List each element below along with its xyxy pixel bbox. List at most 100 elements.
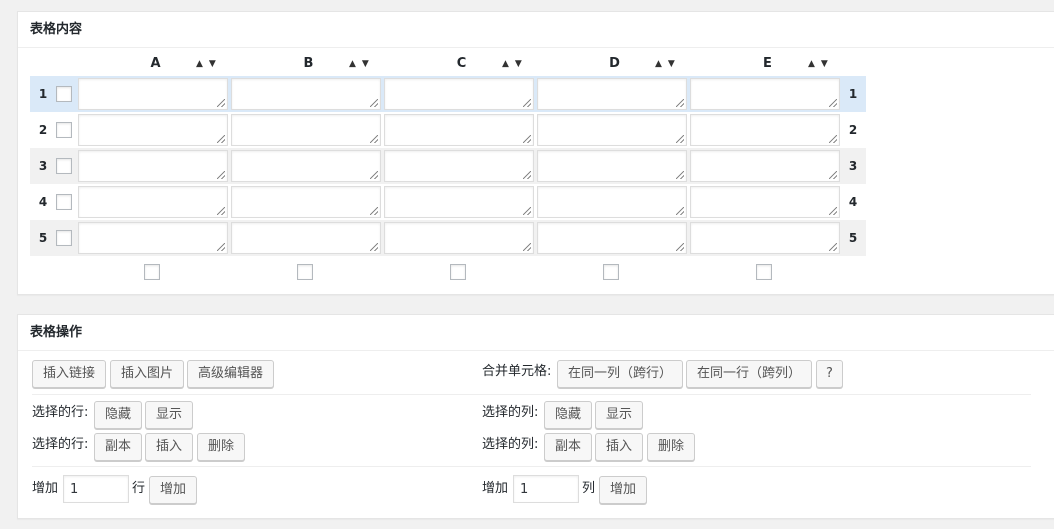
table-row: 22 [30,112,866,148]
sort-arrows-icon[interactable]: ▲▼ [502,56,532,72]
sort-arrows-icon[interactable]: ▲▼ [655,56,685,72]
cell-textarea[interactable] [537,222,687,254]
cell-textarea[interactable] [78,186,228,218]
resize-grip-icon[interactable] [217,99,225,107]
resize-grip-icon[interactable] [523,243,531,251]
resize-grip-icon[interactable] [829,207,837,215]
add-columns-label: 增加 [482,481,509,496]
insert-link-button[interactable]: 插入链接 [32,360,107,388]
table-row: 55 [30,220,866,256]
divider [32,466,1031,467]
sort-arrows-icon[interactable]: ▲▼ [196,56,226,72]
hide-columns-button[interactable]: 隐藏 [544,401,593,429]
column-select-checkbox[interactable] [450,264,466,280]
rows-unit-label: 行 [132,481,146,496]
table-row: 44 [30,184,866,220]
merge-help-button[interactable]: ? [816,360,843,388]
row-select-checkbox[interactable] [56,194,72,210]
cell-textarea[interactable] [537,78,687,110]
row-select-checkbox[interactable] [56,86,72,102]
cell-textarea[interactable] [690,222,840,254]
cell-textarea[interactable] [231,186,381,218]
resize-grip-icon[interactable] [829,99,837,107]
show-columns-button[interactable]: 显示 [595,401,644,429]
insert-rows-button[interactable]: 插入 [145,433,194,461]
add-rows-input[interactable] [63,475,129,503]
duplicate-columns-button[interactable]: 副本 [544,433,593,461]
insert-image-button[interactable]: 插入图片 [110,360,185,388]
cell-textarea[interactable] [78,78,228,110]
rows-selected-label: 选择的行: [32,405,89,420]
cell-textarea[interactable] [384,186,534,218]
resize-grip-icon[interactable] [370,207,378,215]
hide-rows-button[interactable]: 隐藏 [94,401,143,429]
cell-textarea[interactable] [690,78,840,110]
resize-grip-icon[interactable] [676,207,684,215]
insert-columns-button[interactable]: 插入 [595,433,644,461]
cell-textarea[interactable] [78,150,228,182]
resize-grip-icon[interactable] [370,99,378,107]
resize-grip-icon[interactable] [829,171,837,179]
delete-rows-button[interactable]: 删除 [197,433,246,461]
row-number: 5 [38,231,48,245]
cell-textarea[interactable] [231,78,381,110]
cell-textarea[interactable] [537,150,687,182]
merge-same-column-button[interactable]: 在同一列（跨行） [557,360,684,388]
resize-grip-icon[interactable] [217,207,225,215]
cell-textarea[interactable] [231,222,381,254]
resize-grip-icon[interactable] [829,135,837,143]
cell-textarea[interactable] [690,114,840,146]
sort-arrows-icon[interactable]: ▲▼ [349,56,379,72]
delete-columns-button[interactable]: 删除 [647,433,696,461]
resize-grip-icon[interactable] [217,135,225,143]
cell-textarea[interactable] [78,222,228,254]
cols-selected-label: 选择的列: [482,437,539,452]
table-row: 33 [30,148,866,184]
resize-grip-icon[interactable] [217,171,225,179]
resize-grip-icon[interactable] [217,243,225,251]
row-number: 3 [38,159,48,173]
cell-textarea[interactable] [384,150,534,182]
resize-grip-icon[interactable] [676,99,684,107]
column-select-checkbox[interactable] [297,264,313,280]
cell-textarea[interactable] [231,114,381,146]
add-rows-button[interactable]: 增加 [149,476,198,504]
add-columns-button[interactable]: 增加 [599,476,648,504]
add-columns-input[interactable] [513,475,579,503]
resize-grip-icon[interactable] [676,135,684,143]
resize-grip-icon[interactable] [523,171,531,179]
resize-grip-icon[interactable] [370,243,378,251]
row-select-checkbox[interactable] [56,230,72,246]
cell-textarea[interactable] [537,114,687,146]
duplicate-rows-button[interactable]: 副本 [94,433,143,461]
divider [32,394,1031,395]
cols-selected-label: 选择的列: [482,405,539,420]
column-select-checkbox[interactable] [603,264,619,280]
cell-textarea[interactable] [78,114,228,146]
cell-textarea[interactable] [690,186,840,218]
resize-grip-icon[interactable] [523,135,531,143]
resize-grip-icon[interactable] [370,171,378,179]
cell-textarea[interactable] [384,78,534,110]
sort-arrows-icon[interactable]: ▲▼ [808,56,838,72]
column-header-row: A ▲▼ B ▲▼ C ▲▼ D ▲▼ E ▲▼ [30,52,866,76]
cell-textarea[interactable] [690,150,840,182]
resize-grip-icon[interactable] [523,207,531,215]
cell-textarea[interactable] [231,150,381,182]
row-select-checkbox[interactable] [56,122,72,138]
resize-grip-icon[interactable] [676,171,684,179]
resize-grip-icon[interactable] [676,243,684,251]
merge-same-row-button[interactable]: 在同一行（跨列） [686,360,813,388]
column-select-checkbox[interactable] [144,264,160,280]
row-select-checkbox[interactable] [56,158,72,174]
resize-grip-icon[interactable] [829,243,837,251]
cell-textarea[interactable] [384,222,534,254]
advanced-editor-button[interactable]: 高级编辑器 [187,360,275,388]
column-select-checkbox[interactable] [756,264,772,280]
resize-grip-icon[interactable] [523,99,531,107]
cell-textarea[interactable] [537,186,687,218]
rows-selected-label: 选择的行: [32,437,89,452]
show-rows-button[interactable]: 显示 [145,401,194,429]
cell-textarea[interactable] [384,114,534,146]
resize-grip-icon[interactable] [370,135,378,143]
